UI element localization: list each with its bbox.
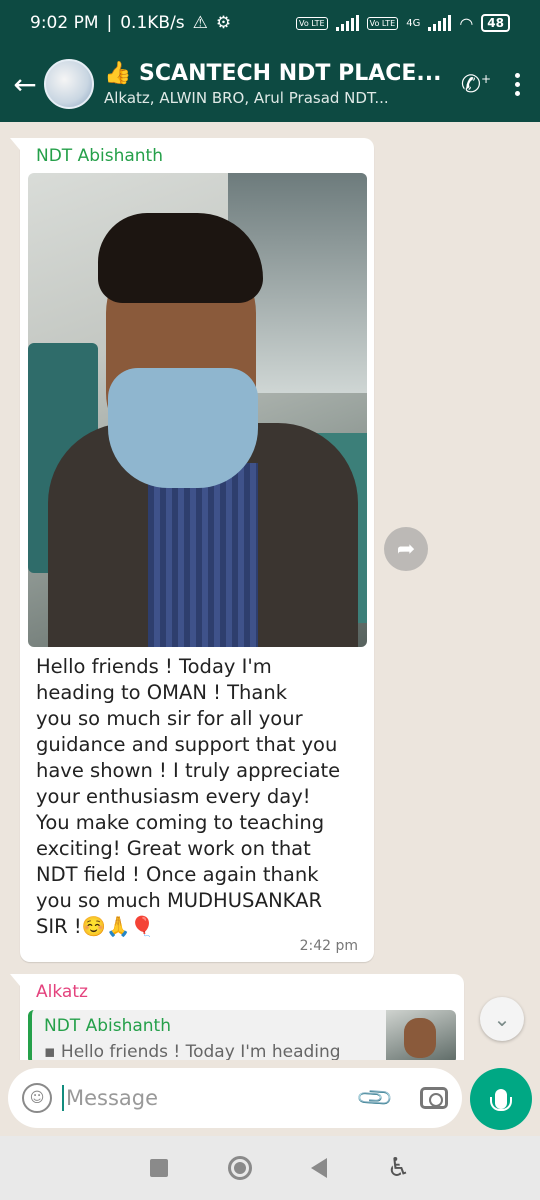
voice-record-button[interactable] [470, 1068, 532, 1130]
network-speed: 0.1KB/s [120, 13, 185, 33]
microphone-icon [490, 1089, 512, 1111]
chat-participants: Alkatz, ALWIN BRO, Arul Prasad NDT... [104, 89, 389, 107]
message-bubble[interactable]: Alkatz NDT Abishanth ▪ Hello friends ! T… [10, 974, 464, 1060]
text-cursor [62, 1085, 64, 1111]
message-text: Hello friends ! Today I'm heading to OMA… [36, 655, 341, 938]
message-emojis: ☺️🙏🎈 [81, 915, 155, 938]
system-navigation-bar: ♿ [0, 1136, 540, 1200]
volte-badge-2: Vo LTE [366, 16, 399, 30]
signal-icon [335, 15, 359, 31]
back-arrow-icon[interactable]: ← [0, 68, 44, 101]
quoted-sender: NDT Abishanth [44, 1016, 172, 1036]
message-bubble[interactable]: NDT Abishanth Hello friends ! Today I'm … [10, 138, 374, 962]
camera-icon[interactable] [420, 1087, 448, 1109]
warning-icon: ⚠ [192, 13, 208, 33]
volte-badge: Vo LTE [296, 16, 328, 30]
message-input[interactable] [66, 1086, 326, 1110]
signal-icon-2 [428, 15, 452, 31]
message-time: 2:42 pm [299, 938, 358, 954]
quoted-text: ▪ Hello friends ! Today I'm heading [44, 1042, 341, 1060]
add-call-icon[interactable]: ✆+ [461, 70, 491, 98]
scroll-to-bottom-button[interactable]: ⌄ [480, 997, 524, 1041]
network-type: 4G [406, 17, 421, 29]
group-avatar[interactable] [44, 59, 94, 109]
settings-gear-icon: ⚙ [215, 13, 232, 33]
battery-indicator: 48 [481, 14, 510, 32]
message-photo[interactable] [28, 173, 367, 647]
system-back-button[interactable] [311, 1158, 328, 1178]
chat-header: ← 👍 SCANTECH NDT PLACE... Alkatz, ALWIN … [0, 46, 540, 122]
message-sender[interactable]: NDT Abishanth [20, 138, 374, 172]
chat-messages[interactable]: NDT Abishanth Hello friends ! Today I'm … [0, 122, 540, 1060]
status-bar: 9:02 PM | 0.1KB/s ⚠ ⚙ Vo LTE Vo LTE 4G ◠… [0, 0, 540, 46]
wifi-icon: ◠ [459, 13, 474, 33]
chat-title: 👍 SCANTECH NDT PLACE... [104, 61, 442, 86]
emoji-icon[interactable]: ☺ [22, 1083, 52, 1113]
accessibility-icon[interactable]: ♿ [387, 1153, 410, 1183]
status-time: 9:02 PM [30, 13, 99, 33]
more-options-icon[interactable] [515, 72, 520, 96]
quoted-thumbnail [386, 1010, 456, 1060]
attach-icon[interactable]: 📎 [355, 1078, 396, 1119]
quoted-message[interactable]: NDT Abishanth ▪ Hello friends ! Today I'… [28, 1010, 456, 1060]
forward-icon[interactable]: ➦ [384, 527, 428, 571]
home-button[interactable] [227, 1156, 252, 1180]
composer-bar: ☺ 📎 [0, 1060, 540, 1136]
chat-title-block[interactable]: 👍 SCANTECH NDT PLACE... Alkatz, ALWIN BR… [104, 61, 449, 107]
message-sender[interactable]: Alkatz [20, 974, 464, 1008]
message-field[interactable]: ☺ 📎 [8, 1068, 462, 1128]
recent-apps-button[interactable] [149, 1159, 168, 1177]
